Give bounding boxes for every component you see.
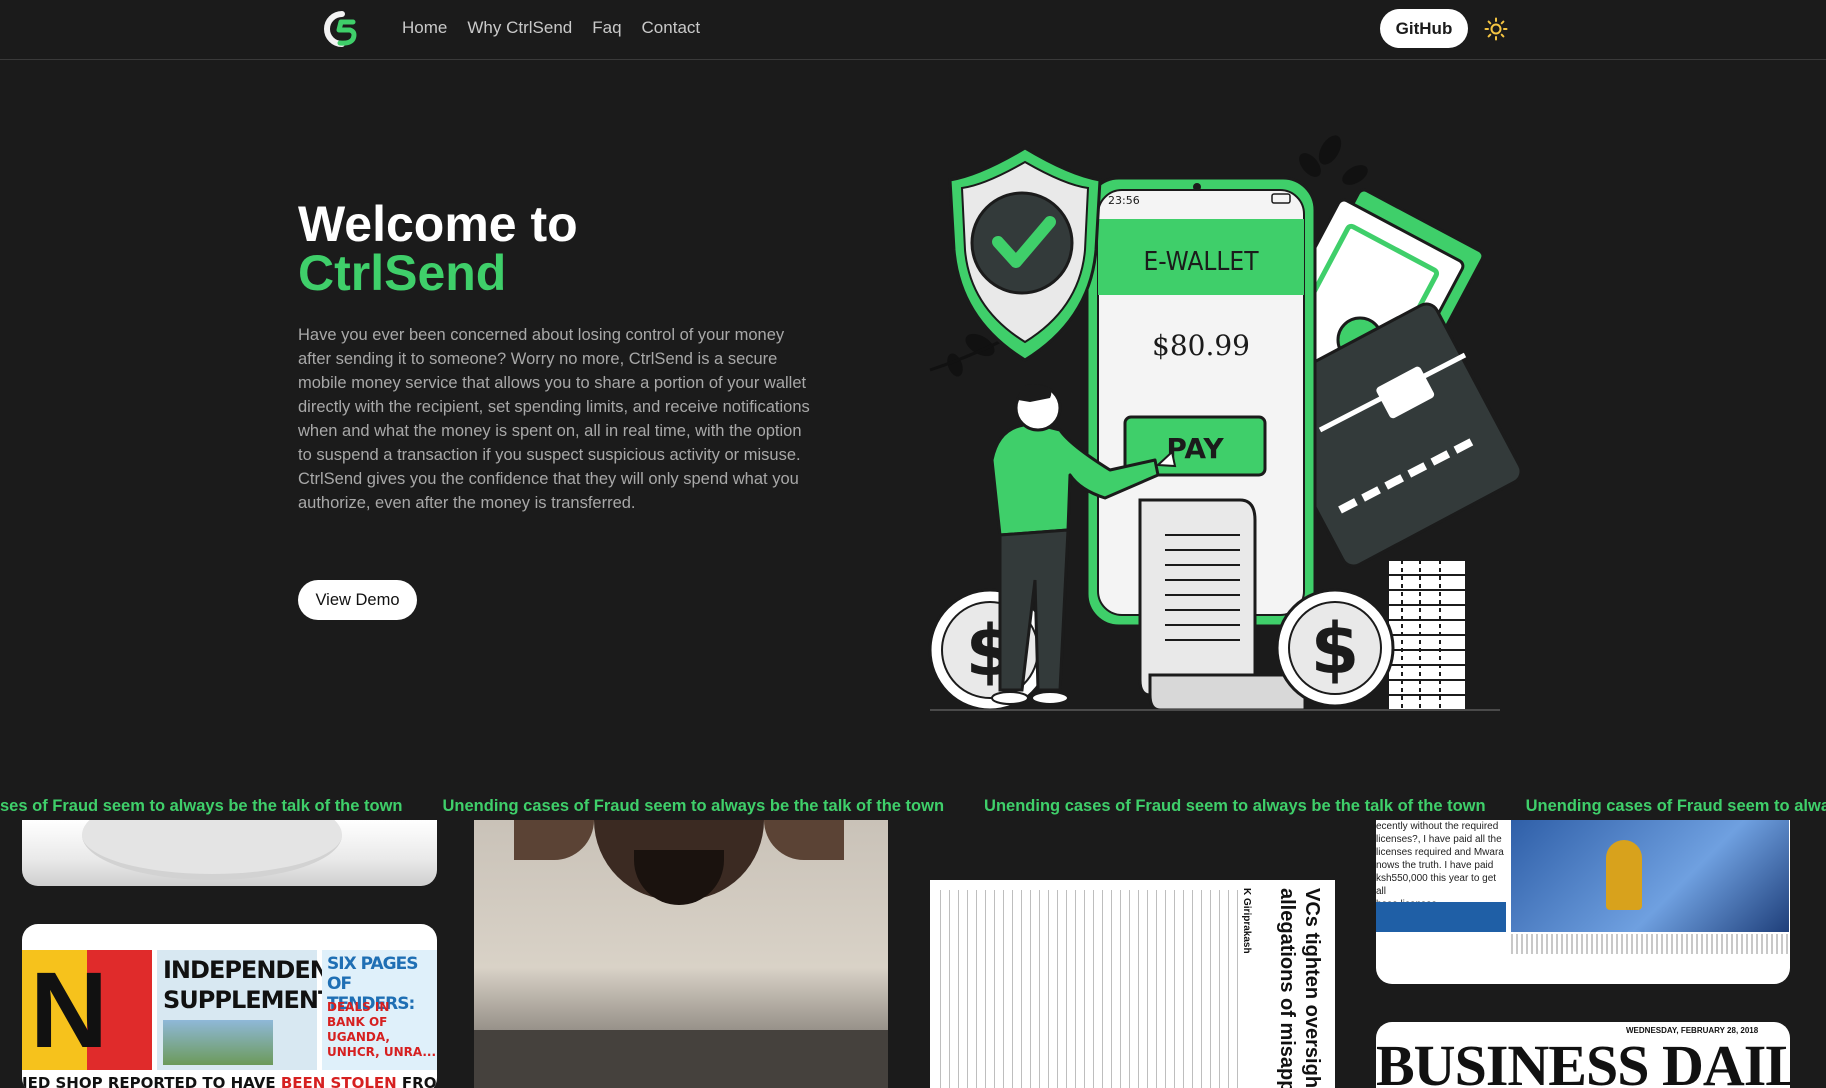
sun-icon[interactable] [1484, 17, 1508, 41]
tenders-line-3: DEALS IN [327, 1000, 390, 1014]
fraud-news-gallery: N INDEPENDENCE SUPPLEMENT SIX PAGES OF T… [0, 820, 1826, 1088]
nav-links: Home Why CtrlSend Faq Contact [402, 17, 720, 39]
shield-check-icon [948, 146, 1102, 362]
nav-home[interactable]: Home [402, 17, 447, 39]
tenders-line-1: SIX PAGES [327, 954, 418, 974]
coin-stack [1387, 559, 1467, 711]
phone-time: 23:56 [1108, 194, 1140, 207]
award-quote-4: nows the truth. I have paid [1376, 860, 1494, 871]
navbar: Home Why CtrlSend Faq Contact GitHub [0, 0, 1826, 60]
fraud-marquee: ses of Fraud seem to always be the talk … [0, 790, 1826, 826]
news-image-award-ceremony: ecently without the required licenses?, … [1376, 820, 1790, 984]
newspaper-bottom-headline: IED SHOP REPORTED TO HAVE BEEN STOLEN FR… [22, 1074, 437, 1088]
hero-title: Welcome to CtrlSend [298, 199, 578, 301]
hero-description: Have you ever been concerned about losin… [298, 326, 810, 512]
marquee-item: Unending cases of Fraud seem to always b… [984, 797, 1486, 815]
svg-text:$: $ [1311, 608, 1360, 690]
article-byline: K Giriprakash [1241, 888, 1252, 954]
wallet-label: E-WALLET [1144, 247, 1260, 277]
bottom-headline-a: IED SHOP REPORTED TO HAVE [22, 1074, 281, 1088]
tenders-line-5: UGANDA, [327, 1030, 390, 1044]
view-demo-button[interactable]: View Demo [298, 580, 417, 620]
news-image-vc-article: VCs tighten oversight as allegations of … [930, 880, 1335, 1088]
hero-title-brand: CtrlSend [298, 245, 507, 301]
award-quote-5: ksh550,000 this year to get all [1376, 873, 1497, 897]
marquee-item: Unending cases of Fraud seem to always b… [1525, 797, 1826, 815]
news-image-distressed-man [474, 820, 888, 1088]
e-wallet-illustration: 23:56 E-WALLET $80.99 PAY $ $ [928, 135, 1520, 712]
pay-button-illustration: PAY [1166, 432, 1224, 465]
marquee-item: Unending cases of Fraud seem to always b… [442, 797, 945, 815]
news-image-business-daily: WEDNESDAY, FEBRUARY 28, 2018 BUSINESS DA… [1376, 1022, 1790, 1088]
tenders-line-6: UNHCR, UNRA... [327, 1045, 437, 1059]
marquee-track: ses of Fraud seem to always be the talk … [0, 797, 1826, 816]
article-headline: VCs tighten oversight as [1301, 888, 1323, 1088]
award-quote-2: licenses?, I have paid all the [1376, 834, 1502, 845]
github-button[interactable]: GitHub [1380, 9, 1468, 48]
news-image-newspaper-uganda: N INDEPENDENCE SUPPLEMENT SIX PAGES OF T… [22, 924, 437, 1088]
bottom-headline-c: FROM TELECOMS [401, 1074, 437, 1088]
hero-title-line1: Welcome to [298, 196, 578, 252]
wallet-balance: $80.99 [1152, 329, 1250, 362]
dollar-coin-right: $ [1275, 588, 1395, 708]
nav-contact[interactable]: Contact [642, 17, 701, 39]
nav-faq[interactable]: Faq [592, 17, 621, 39]
article-subheadline: allegations of misappropr [1276, 888, 1298, 1088]
award-quote-3: licenses required and Mwara [1376, 847, 1504, 858]
business-daily-masthead: BUSINESS DAILY [1376, 1033, 1790, 1088]
marquee-item: ses of Fraud seem to always be the talk … [0, 797, 403, 815]
nav-why-ctrlsend[interactable]: Why CtrlSend [467, 17, 572, 39]
bottom-headline-b: BEEN STOLEN [280, 1074, 397, 1088]
newspaper-headline-2: SUPPLEMENT [163, 986, 334, 1014]
ctrlsend-logo[interactable] [320, 10, 360, 48]
tenders-line-4: BANK OF [327, 1015, 388, 1029]
news-image-top-left [22, 820, 437, 886]
